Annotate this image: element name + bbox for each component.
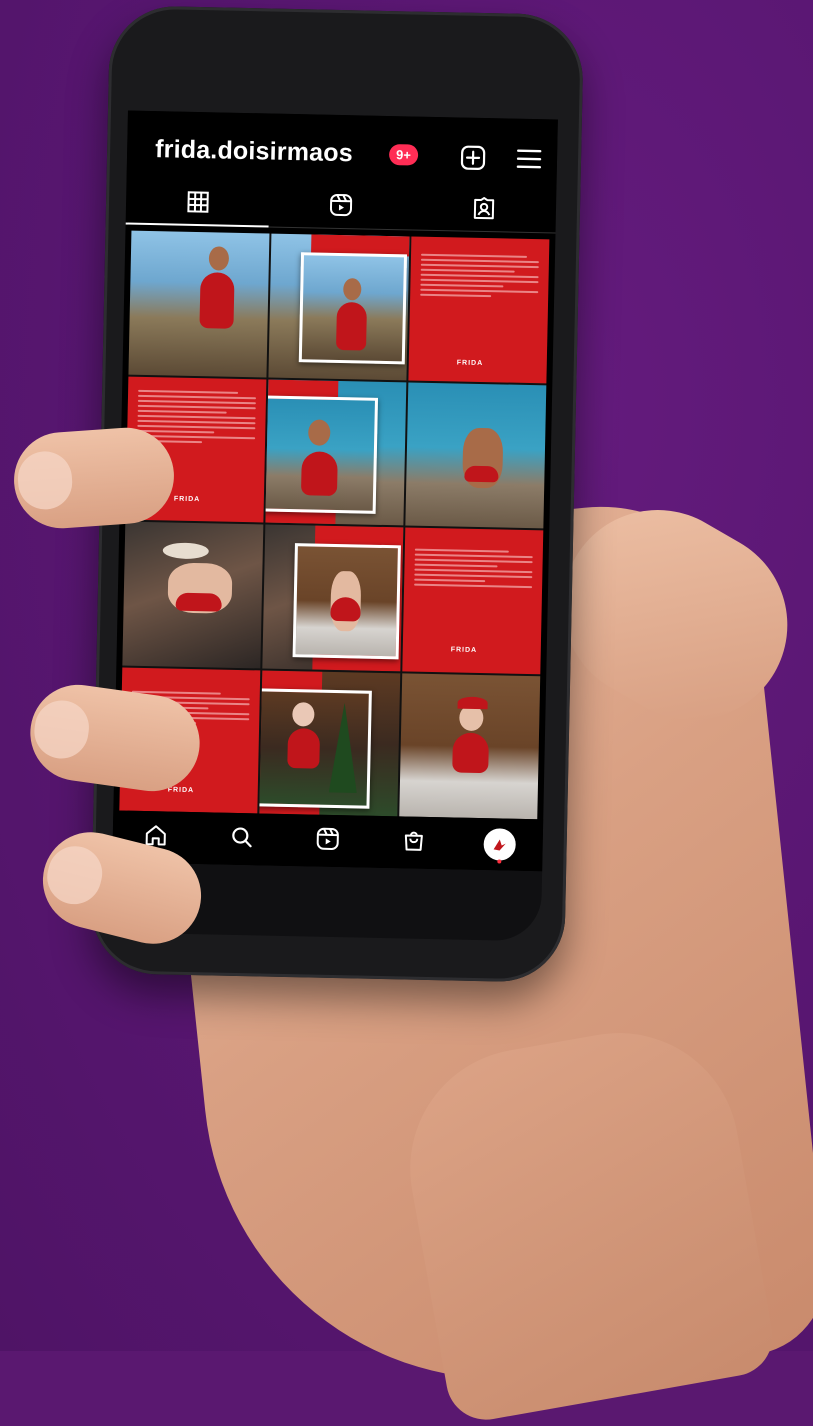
profile-header: frida.doisirmaos 9+ [126, 110, 558, 190]
plus-square-icon[interactable] [459, 143, 488, 172]
avatar [483, 828, 517, 861]
post-thumbnail[interactable] [262, 524, 404, 671]
tab-reels[interactable] [268, 185, 414, 231]
profile-tabs [125, 182, 557, 234]
menu-icon[interactable] [515, 145, 544, 174]
post-thumbnail[interactable] [259, 669, 401, 817]
nav-shop[interactable] [396, 825, 431, 860]
grid-icon [186, 190, 209, 217]
post-thumbnail[interactable] [128, 230, 270, 377]
profile-username[interactable]: frida.doisirmaos [155, 135, 353, 168]
search-icon [229, 824, 254, 853]
post-thumbnail[interactable] [122, 521, 264, 668]
post-thumbnail[interactable] [268, 233, 410, 380]
tab-tagged[interactable] [412, 188, 557, 234]
post-thumbnail[interactable]: FRIDA [408, 236, 550, 383]
post-thumbnail[interactable] [399, 672, 541, 820]
notification-badge[interactable]: 9+ [388, 144, 419, 166]
reels-icon [329, 193, 354, 222]
nav-profile[interactable] [482, 827, 517, 864]
profile-dot [497, 859, 502, 864]
post-thumbnail[interactable] [405, 381, 547, 529]
tab-posts-grid[interactable] [125, 182, 270, 228]
nav-reels[interactable] [310, 824, 345, 859]
post-thumbnail[interactable] [265, 379, 407, 526]
hand-finger [10, 424, 178, 532]
nav-search[interactable] [224, 822, 259, 857]
shop-icon [401, 828, 426, 857]
reels-icon [315, 826, 340, 855]
tagged-icon [472, 196, 497, 225]
post-thumbnail[interactable]: FRIDA [402, 527, 544, 674]
